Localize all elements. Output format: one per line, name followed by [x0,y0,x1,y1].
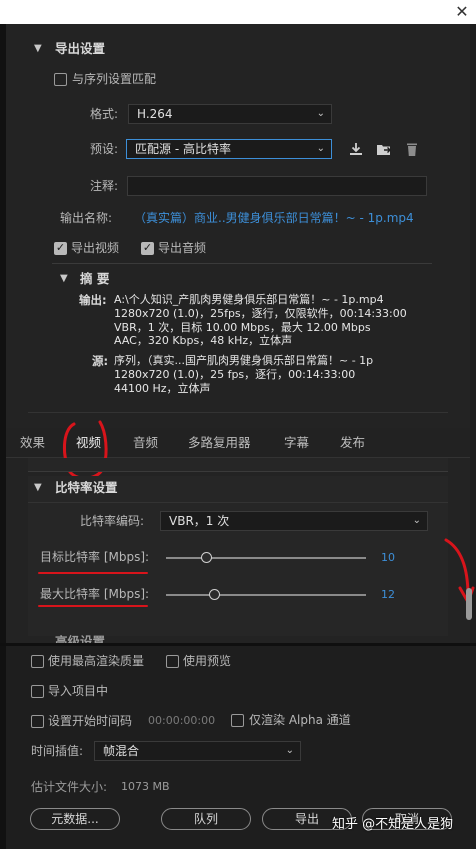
estimated-size-value: 1073 MB [121,780,170,793]
annotation-underline [38,572,148,574]
title-bar [0,0,476,24]
start-timecode-label: 设置开始时间码 [48,714,133,728]
target-bitrate-label: 目标比特率 [Mbps]: [40,550,150,564]
target-bitrate-value[interactable]: 10 [381,550,395,566]
estimated-size-label: 估计文件大小: [31,780,108,794]
preset-label: 预设: [90,142,119,156]
render-alpha-label: 仅渲染 Alpha 通道 [249,713,351,727]
import-project-label: 导入项目中 [48,684,109,698]
advanced-settings-title: 高级设置 [55,634,106,643]
target-bitrate-track[interactable] [166,557,366,559]
bitrate-encoding-dropdown[interactable]: VBR，1 次 ⌄ [160,511,428,531]
summary-output-line: 1280x720 (1.0)，25fps，逐行，仅限软件，00:14:33:00 [114,307,407,320]
bitrate-chevron-icon[interactable]: ▼ [34,480,42,496]
bitrate-title: 比特率设置 [55,480,118,495]
summary-source-line: 44100 Hz，立体声 [114,382,211,395]
tab-effects[interactable]: 效果 [20,428,45,458]
import-preset-icon[interactable] [375,141,393,159]
chevron-down-icon: ⌄ [285,745,294,756]
summary-output-line: AAC，320 Kbps，48 kHz，立体声 [114,334,293,347]
tab-multiplexer[interactable]: 多路复用器 [188,428,251,458]
render-alpha-checkbox[interactable] [231,714,244,727]
export-audio-checkbox[interactable]: ✓ [141,242,154,255]
time-interpolation-label: 时间插值: [31,744,84,758]
start-timecode-checkbox[interactable] [31,715,44,728]
export-audio-label: 导出音频 [158,241,207,255]
use-previews-checkbox[interactable] [166,655,179,668]
comments-input[interactable] [127,176,427,196]
delete-preset-icon[interactable] [403,141,421,159]
summary-source-line: 1280x720 (1.0)，25 fps，逐行，00:14:33:00 [114,368,356,381]
queue-button[interactable]: 队列 [161,808,251,830]
max-bitrate-track[interactable] [166,594,366,596]
format-dropdown[interactable]: H.264 ⌄ [128,104,332,124]
video-divider [28,471,448,472]
max-bitrate-value[interactable]: 12 [381,587,395,603]
video-settings-top [28,458,448,472]
chevron-down-icon: ⌄ [316,108,325,119]
format-label: 格式: [90,107,119,121]
output-name-label: 输出名称: [60,211,113,225]
match-sequence-checkbox[interactable] [54,73,67,86]
tab-publish[interactable]: 发布 [340,428,365,458]
summary-output-line: A:\个人知识_产肌肉男健身俱乐部日常篇！~ - 1p.mp4 [114,293,384,306]
bitrate-encoding-label: 比特率编码: [80,514,145,528]
max-render-quality-checkbox[interactable] [31,655,44,668]
max-bitrate-handle[interactable] [208,589,220,600]
tab-audio[interactable]: 音频 [133,428,158,458]
bitrate-divider [28,502,448,503]
use-previews-label: 使用预览 [183,654,232,668]
summary-output-line: VBR，1 次，目标 10.00 Mbps，最大 12.00 Mbps [114,321,371,334]
scrollbar-thumb[interactable] [466,588,472,620]
summary-title: 摘 要 [80,271,110,286]
chevron-down-icon: ⌄ [412,515,421,526]
summary-source-label: 源: [92,354,109,368]
summary-output-label: 输出: [79,293,107,307]
time-interpolation-dropdown[interactable]: 帧混合 ⌄ [94,741,301,761]
comments-label: 注释: [90,179,119,193]
save-preset-icon[interactable] [347,141,365,159]
summary-divider [52,263,432,264]
tab-captions[interactable]: 字幕 [284,428,309,458]
time-interpolation-value: 帧混合 [103,744,140,758]
target-bitrate-handle[interactable] [200,552,212,563]
export-settings-title: 导出设置 [55,41,106,56]
annotation-underline [38,605,148,607]
collapse-chevron-icon[interactable]: ▼ [34,41,42,57]
close-icon[interactable]: ✕ [452,2,472,22]
chevron-down-icon: ⌄ [316,143,325,154]
match-sequence-label: 与序列设置匹配 [72,72,157,86]
import-project-checkbox[interactable] [31,685,44,698]
summary-chevron-icon[interactable]: ▼ [60,271,68,287]
output-name-link[interactable]: （真实篇）商业..男健身俱乐部日常篇！~ - 1p.mp4 [134,210,414,226]
preset-dropdown[interactable]: 匹配源 - 高比特率 ⌄ [126,139,332,159]
export-video-label: 导出视频 [71,241,120,255]
format-value: H.264 [137,107,173,121]
export-video-checkbox[interactable]: ✓ [54,242,67,255]
watermark: 知乎 @不知是人是狗 [332,817,454,832]
summary-source-line: 序列，（真实...国产肌肉男健身俱乐部日常篇！~ - 1p [114,354,374,367]
section-bottom-border [28,412,448,413]
max-render-quality-label: 使用最高渲染质量 [48,654,145,668]
max-bitrate-label: 最大比特率 [Mbps]: [40,587,150,601]
metadata-button[interactable]: 元数据... [30,808,120,830]
preset-value: 匹配源 - 高比特率 [135,142,231,156]
start-timecode-value[interactable]: 00:00:00:00 [148,713,215,729]
bitrate-encoding-value: VBR，1 次 [169,514,230,528]
